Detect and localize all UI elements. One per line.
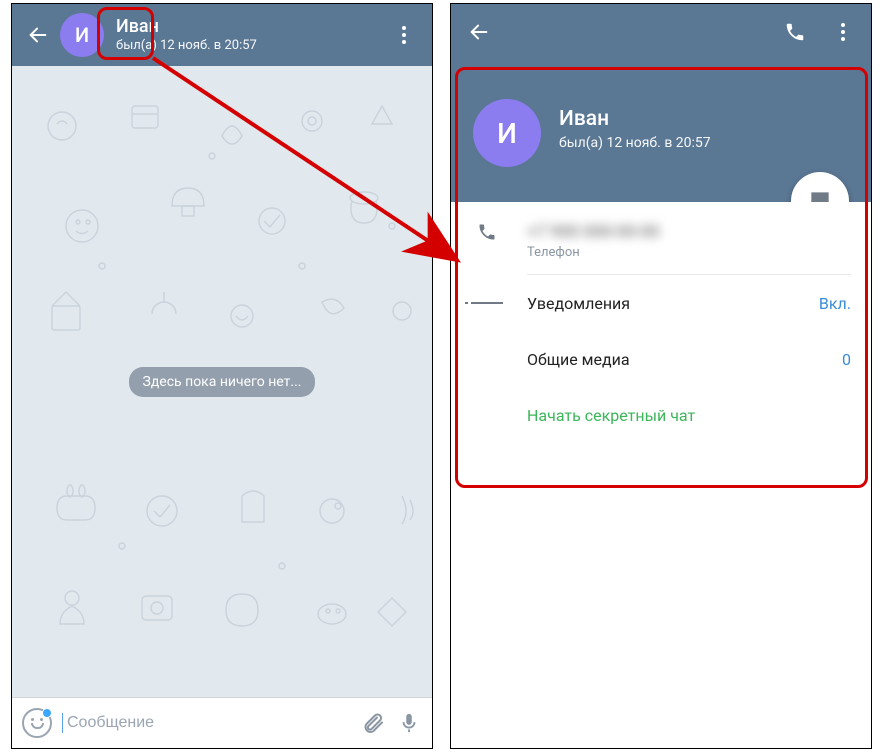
contact-avatar[interactable]: И (60, 13, 104, 57)
notifications-label: Уведомления (527, 294, 819, 313)
chat-messages-area[interactable]: Здесь пока ничего нет... (12, 66, 432, 698)
more-vertical-icon (402, 26, 406, 44)
message-input-bar (12, 697, 432, 748)
profile-header: И Иван был(а) 12 нояб. в 20:57 (451, 4, 871, 202)
arrow-left-icon (27, 24, 49, 46)
attach-button[interactable] (360, 710, 386, 736)
voice-message-button[interactable] (396, 710, 422, 736)
phone-row-icon (471, 222, 503, 242)
microphone-icon (398, 712, 420, 734)
profile-more-button[interactable] (827, 16, 859, 48)
chat-header: И Иван был(а) 12 нояб. в 20:57 (12, 4, 432, 66)
message-input-wrap[interactable] (62, 713, 350, 734)
contact-last-seen: был(а) 12 нояб. в 20:57 (116, 38, 386, 53)
contact-name: Иван (116, 17, 386, 37)
message-input[interactable] (65, 713, 350, 733)
phone-label: Телефон (527, 245, 660, 260)
notifications-value: Вкл. (819, 294, 851, 313)
back-button[interactable] (20, 17, 56, 53)
more-options-button[interactable] (386, 17, 422, 53)
profile-back-button[interactable] (463, 16, 495, 48)
profile-screen: И Иван был(а) 12 нояб. в 20:57 +7 900 00… (450, 3, 872, 749)
emoji-button[interactable] (22, 708, 52, 738)
shared-media-row[interactable]: Общие медиа 0 (451, 331, 871, 387)
shared-media-label: Общие медиа (527, 350, 842, 369)
profile-body: +7 900 000-00-00 Телефон Уведомления Вкл… (451, 202, 871, 748)
phone-icon (477, 222, 497, 242)
profile-contact-name: Иван (559, 107, 609, 131)
secret-chat-label: Начать секретный чат (527, 406, 851, 425)
phone-row[interactable]: +7 900 000-00-00 Телефон (451, 202, 871, 274)
header-text[interactable]: Иван был(а) 12 нояб. в 20:57 (116, 17, 386, 53)
shared-media-value: 0 (842, 350, 851, 369)
avatar-letter: И (75, 23, 89, 47)
phone-number: +7 900 000-00-00 (527, 222, 660, 242)
paperclip-icon (361, 711, 385, 735)
start-secret-chat-row[interactable]: Начать секретный чат (451, 387, 871, 443)
profile-avatar[interactable]: И (473, 99, 541, 167)
empty-chat-message: Здесь пока ничего нет... (129, 367, 316, 397)
list-icon (471, 300, 503, 306)
chat-screen: И Иван был(а) 12 нояб. в 20:57 (11, 3, 433, 749)
avatar-letter: И (497, 117, 517, 150)
phone-icon (784, 21, 806, 43)
arrow-left-icon (468, 21, 490, 43)
call-button[interactable] (779, 16, 811, 48)
notifications-row[interactable]: Уведомления Вкл. (451, 275, 871, 331)
profile-last-seen: был(а) 12 нояб. в 20:57 (559, 135, 711, 151)
more-vertical-icon (841, 23, 845, 41)
